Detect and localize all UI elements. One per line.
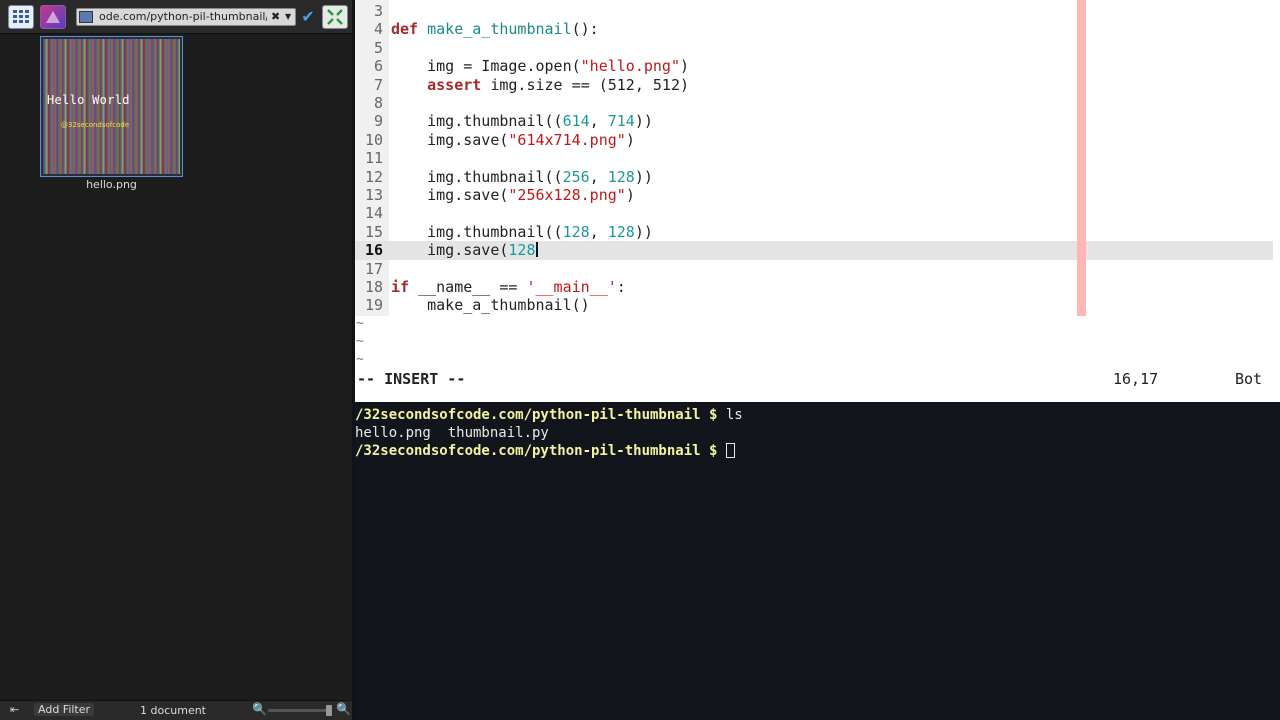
zoom-slider-handle[interactable] (326, 705, 332, 716)
line-number: 18 (364, 278, 383, 296)
code-line: 17 (355, 260, 391, 278)
dropdown-icon[interactable]: ▼ (285, 9, 295, 25)
code-line: 9 img.thumbnail((614, 714)) (355, 112, 653, 130)
line-number: 4 (373, 20, 383, 39)
folder-icon (79, 11, 93, 23)
code-line: 19 make_a_thumbnail() (355, 296, 590, 314)
line-number: 8 (373, 94, 383, 112)
thumbnail-filename[interactable]: hello.png (40, 178, 183, 191)
places-button[interactable] (40, 5, 66, 29)
line-number: 10 (364, 130, 383, 149)
empty-line-marker: ~ (356, 334, 364, 349)
code-line: 4 def make_a_thumbnail(): (355, 20, 599, 38)
add-filter-button[interactable]: Add Filter (34, 703, 95, 716)
zoom-in-icon[interactable]: 🔍 (336, 702, 351, 716)
grid-view-button[interactable] (8, 5, 34, 29)
code-line: 11 (355, 149, 391, 167)
line-number: 11 (364, 149, 383, 168)
file-manager-pane: ode.com/python-pil-thumbnail/ ✖ ▼ ✔ Hell… (0, 0, 352, 720)
scroll-position: Bot (1235, 370, 1263, 388)
empty-line-marker: ~ (356, 352, 364, 367)
line-number: 17 (364, 259, 383, 278)
terminal-line: /32secondsofcode.com/python-pil-thumbnai… (355, 406, 743, 424)
line-number: 7 (373, 75, 383, 94)
code-line: 10 img.save("614x714.png") (355, 131, 635, 149)
line-number: 12 (364, 167, 383, 186)
text-cursor (535, 242, 538, 258)
terminal[interactable]: /32secondsofcode.com/python-pil-thumbnai… (355, 404, 1280, 720)
grid-view-icon (13, 10, 29, 23)
terminal-cursor (725, 443, 735, 458)
code-line: 13 img.save("256x128.png") (355, 186, 635, 204)
thumbnail-image-subtext: @32secondsofcode (61, 121, 130, 129)
thumbnail-image: Hello World @32secondsofcode (43, 39, 180, 174)
location-bar[interactable]: ode.com/python-pil-thumbnail/ ✖ ▼ (76, 8, 296, 26)
file-manager-statusbar: ⇤ Add Filter 1 document 🔍 🔍 (0, 700, 352, 720)
shell-prompt: /32secondsofcode.com/python-pil-thumbnai… (355, 407, 726, 423)
cursor-position: 16,17 (1113, 370, 1159, 388)
terminal-line: /32secondsofcode.com/python-pil-thumbnai… (355, 442, 735, 460)
panel-icon[interactable]: ⇤ (10, 703, 28, 716)
line-number: 3 (373, 2, 383, 20)
shell-prompt: /32secondsofcode.com/python-pil-thumbnai… (355, 443, 726, 459)
code-line: 5 (355, 39, 391, 57)
thumbnail-item[interactable]: Hello World @32secondsofcode (40, 36, 183, 177)
line-number: 6 (373, 57, 383, 76)
location-text: ode.com/python-pil-thumbnail/ (99, 10, 267, 23)
line-number: 14 (364, 204, 383, 223)
checkmark-icon[interactable]: ✔ (298, 6, 318, 28)
code-line-current: 16 img.save(128 (355, 241, 538, 259)
line-number: 9 (373, 112, 383, 131)
fit-button[interactable] (322, 5, 348, 29)
file-manager-toolbar: ode.com/python-pil-thumbnail/ ✖ ▼ ✔ (0, 0, 352, 34)
zoom-slider[interactable] (268, 709, 332, 712)
code-line: 12 img.thumbnail((256, 128)) (355, 168, 653, 186)
vim-mode-indicator: -- INSERT -- (357, 370, 466, 388)
line-number: 15 (364, 222, 383, 241)
code-line: 6 img = Image.open("hello.png") (355, 57, 689, 75)
code-line: 8 (355, 94, 391, 112)
document-count: 1 document (140, 704, 206, 717)
line-number: 13 (364, 186, 383, 204)
code-line: 14 (355, 204, 391, 222)
color-column (1077, 0, 1086, 316)
code-line: 7 assert img.size == (512, 512) (355, 76, 689, 94)
code-line: 18 if __name__ == '__main__': (355, 278, 626, 296)
terminal-output: hello.png thumbnail.py (355, 425, 549, 441)
places-icon (46, 11, 60, 23)
thumbnail-image-text: Hello World (47, 93, 130, 107)
vim-editor[interactable]: 3 4 def make_a_thumbnail(): 5 6 img = Ima… (355, 0, 1280, 402)
zoom-out-icon[interactable]: 🔍 (252, 702, 267, 716)
code-line: 3 (355, 2, 391, 20)
fit-icon (327, 9, 343, 25)
line-number: 5 (373, 38, 383, 57)
code-line: 15 img.thumbnail((128, 128)) (355, 223, 653, 241)
command: ls (725, 407, 743, 423)
line-number-current: 16 (364, 241, 383, 260)
clear-icon[interactable]: ✖ (271, 9, 280, 25)
empty-line-marker: ~ (356, 316, 364, 331)
line-number: 19 (364, 296, 383, 315)
